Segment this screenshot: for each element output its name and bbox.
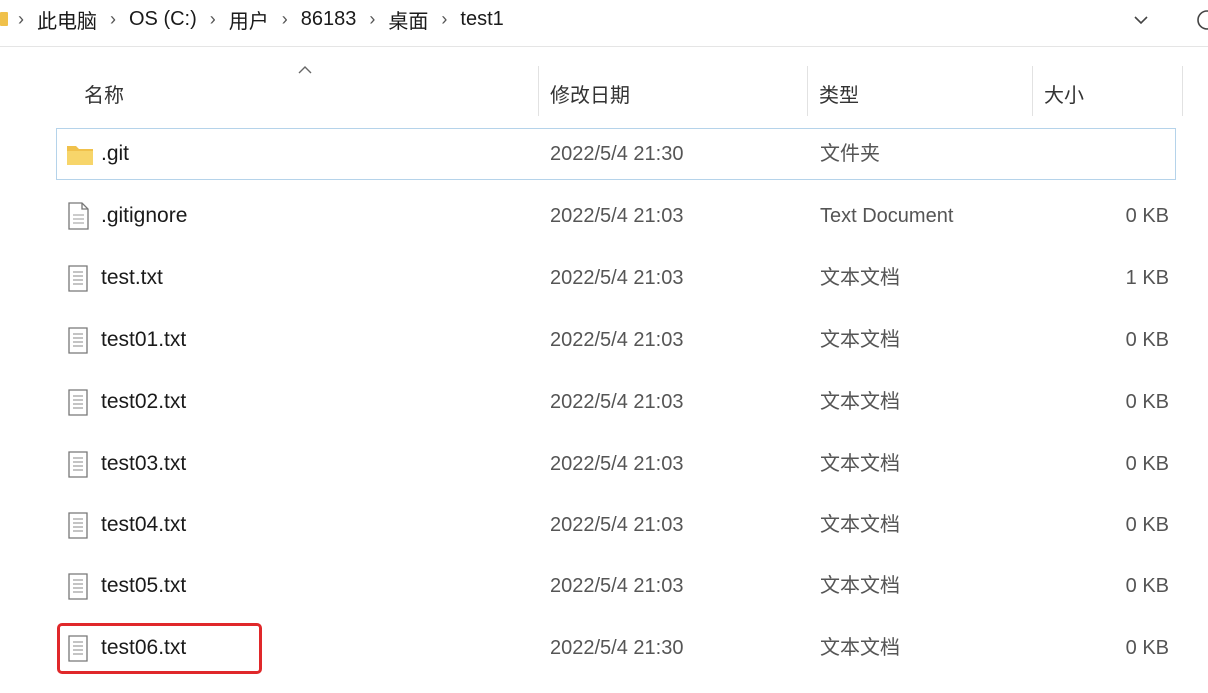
file-size: 0 KB bbox=[1125, 575, 1169, 597]
column-divider[interactable] bbox=[538, 66, 539, 116]
file-type: Text Document bbox=[820, 205, 954, 227]
file-name[interactable]: test.txt bbox=[101, 253, 163, 303]
text-file-icon bbox=[65, 510, 91, 540]
text-file-icon bbox=[65, 449, 91, 479]
breadcrumb-separator[interactable]: › bbox=[18, 9, 24, 30]
breadcrumb-item-desktop[interactable]: 桌面 bbox=[388, 5, 428, 34]
file-type: 文件夹 bbox=[820, 143, 880, 165]
column-header-size[interactable]: 大小 bbox=[1044, 66, 1084, 120]
text-file-icon bbox=[65, 263, 91, 293]
file-name[interactable]: test02.txt bbox=[101, 377, 186, 427]
file-type: 文本文档 bbox=[820, 575, 900, 597]
file-date: 2022/5/4 21:03 bbox=[550, 267, 684, 289]
breadcrumb-separator[interactable]: › bbox=[369, 9, 375, 30]
file-type: 文本文档 bbox=[820, 514, 900, 536]
file-size: 0 KB bbox=[1125, 637, 1169, 659]
text-file-icon bbox=[65, 325, 91, 355]
file-size: 0 KB bbox=[1125, 391, 1169, 413]
sort-ascending-icon bbox=[297, 62, 313, 80]
document-icon bbox=[65, 201, 91, 231]
breadcrumb-separator[interactable]: › bbox=[282, 9, 288, 30]
address-bar[interactable]: › 此电脑 › OS (C:) › 用户 › 86183 › 桌面 › test… bbox=[0, 0, 1208, 47]
file-row[interactable]: .gitignore 2022/5/4 21:03 Text Document … bbox=[56, 190, 1176, 242]
file-row[interactable]: test01.txt 2022/5/4 21:03 文本文档 0 KB bbox=[56, 314, 1176, 366]
column-header-date[interactable]: 修改日期 bbox=[550, 66, 630, 120]
breadcrumb-separator[interactable]: › bbox=[110, 9, 116, 30]
column-header-name[interactable]: 名称 bbox=[84, 66, 124, 120]
breadcrumb-item-users[interactable]: 用户 bbox=[229, 5, 269, 34]
file-size: 0 KB bbox=[1125, 329, 1169, 351]
file-row[interactable]: test02.txt 2022/5/4 21:03 文本文档 0 KB bbox=[56, 376, 1176, 428]
file-size: 1 KB bbox=[1125, 267, 1169, 289]
file-type: 文本文档 bbox=[820, 267, 900, 289]
file-date: 2022/5/4 21:03 bbox=[550, 575, 684, 597]
folder-icon bbox=[65, 139, 93, 169]
file-name[interactable]: test04.txt bbox=[101, 500, 186, 550]
file-row[interactable]: test06.txt 2022/5/4 21:30 文本文档 0 KB bbox=[56, 622, 1176, 674]
folder-icon bbox=[0, 12, 8, 26]
file-type: 文本文档 bbox=[820, 329, 900, 351]
file-date: 2022/5/4 21:03 bbox=[550, 453, 684, 475]
file-name[interactable]: test03.txt bbox=[101, 439, 186, 489]
file-name[interactable]: .gitignore bbox=[101, 191, 187, 241]
file-row[interactable]: .git 2022/5/4 21:30 文件夹 bbox=[56, 128, 1176, 180]
file-size: 0 KB bbox=[1125, 514, 1169, 536]
file-date: 2022/5/4 21:03 bbox=[550, 514, 684, 536]
file-date: 2022/5/4 21:03 bbox=[550, 391, 684, 413]
breadcrumb-separator[interactable]: › bbox=[441, 9, 447, 30]
column-header: 名称 修改日期 类型 大小 bbox=[0, 66, 1208, 120]
text-file-icon bbox=[65, 387, 91, 417]
breadcrumb-item-this-pc[interactable]: 此电脑 bbox=[37, 5, 97, 34]
file-date: 2022/5/4 21:30 bbox=[550, 637, 684, 659]
breadcrumb-item-os-c[interactable]: OS (C:) bbox=[129, 8, 197, 31]
breadcrumb-separator[interactable]: › bbox=[210, 9, 216, 30]
file-date: 2022/5/4 21:03 bbox=[550, 329, 684, 351]
file-name[interactable]: .git bbox=[101, 129, 129, 179]
file-date: 2022/5/4 21:30 bbox=[550, 143, 684, 165]
file-type: 文本文档 bbox=[820, 391, 900, 413]
file-row[interactable]: test04.txt 2022/5/4 21:03 文本文档 0 KB bbox=[56, 499, 1176, 551]
file-type: 文本文档 bbox=[820, 637, 900, 659]
file-size: 0 KB bbox=[1125, 453, 1169, 475]
text-file-icon bbox=[65, 633, 91, 663]
breadcrumb-item-test1[interactable]: test1 bbox=[460, 8, 503, 31]
breadcrumb-item-user[interactable]: 86183 bbox=[301, 8, 357, 31]
column-divider[interactable] bbox=[807, 66, 808, 116]
refresh-icon[interactable] bbox=[1194, 7, 1208, 33]
file-row[interactable]: test.txt 2022/5/4 21:03 文本文档 1 KB bbox=[56, 252, 1176, 304]
text-file-icon bbox=[65, 571, 91, 601]
file-type: 文本文档 bbox=[820, 453, 900, 475]
file-date: 2022/5/4 21:03 bbox=[550, 205, 684, 227]
breadcrumb: › 此电脑 › OS (C:) › 用户 › 86183 › 桌面 › test… bbox=[18, 0, 517, 38]
column-divider[interactable] bbox=[1182, 66, 1183, 116]
column-divider[interactable] bbox=[1032, 66, 1033, 116]
file-row[interactable]: test03.txt 2022/5/4 21:03 文本文档 0 KB bbox=[56, 438, 1176, 490]
file-name[interactable]: test06.txt bbox=[101, 623, 186, 673]
file-row[interactable]: test05.txt 2022/5/4 21:03 文本文档 0 KB bbox=[56, 560, 1176, 612]
file-name[interactable]: test01.txt bbox=[101, 315, 186, 365]
column-header-type[interactable]: 类型 bbox=[819, 66, 859, 120]
file-size: 0 KB bbox=[1125, 205, 1169, 227]
chevron-down-icon[interactable] bbox=[1127, 6, 1155, 34]
file-name[interactable]: test05.txt bbox=[101, 561, 186, 611]
